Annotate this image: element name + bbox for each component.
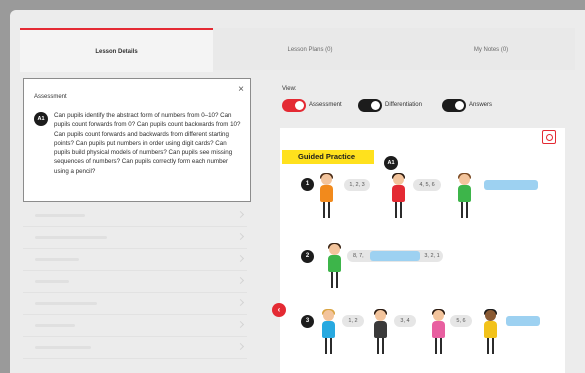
answers-toggle[interactable] — [442, 99, 466, 112]
question-number: 2 — [301, 250, 314, 263]
question-number: 1 — [301, 178, 314, 191]
list-item[interactable] — [23, 250, 247, 271]
list-item[interactable] — [23, 294, 247, 315]
child-illustration — [320, 309, 338, 356]
expand-icon[interactable] — [542, 130, 556, 144]
number-bubble: 1, 2, 3 — [344, 179, 370, 191]
child-illustration — [430, 309, 448, 356]
child-illustration — [372, 309, 390, 356]
assessment-toggle-label: Assessment — [309, 102, 342, 108]
assessment-toggle[interactable] — [282, 99, 306, 112]
child-illustration — [318, 173, 336, 220]
sequence-start: 8, 7, — [353, 253, 364, 259]
answers-toggle-label: Answers — [469, 102, 493, 108]
tab-lesson-plans[interactable]: Lesson Plans (0) — [213, 28, 407, 70]
sequence-end: 3, 2, 1 — [424, 253, 440, 259]
number-bubble: 3, 4 — [394, 315, 416, 327]
list-item[interactable] — [23, 316, 247, 337]
child-illustration — [456, 173, 474, 220]
hidden-answer — [484, 180, 538, 190]
number-bubble: 4, 5, 6 — [413, 179, 441, 191]
differentiation-toggle-label: Differentiation — [385, 102, 422, 108]
guided-practice-banner: Guided Practice — [282, 150, 374, 164]
child-illustration — [326, 243, 344, 294]
number-bubble: 5, 6 — [450, 315, 472, 327]
tab-lesson-details[interactable]: Lesson Details — [20, 28, 213, 72]
differentiation-toggle[interactable] — [358, 99, 382, 112]
assessment-title: Assessment — [34, 94, 67, 100]
list-item[interactable] — [23, 338, 247, 359]
list-item[interactable] — [23, 272, 247, 293]
assessment-popup: Assessment × A1 Can pupils identify the … — [23, 78, 251, 202]
hidden-answer — [506, 316, 540, 326]
question-number: 3 — [301, 315, 314, 328]
child-illustration — [482, 309, 500, 356]
lesson-details-panel: Assessment × A1 Can pupils identify the … — [20, 78, 255, 363]
list-item[interactable] — [23, 228, 247, 249]
chevron-left-icon[interactable]: ‹ — [272, 303, 286, 317]
child-illustration — [390, 173, 408, 220]
assessment-marker[interactable]: A1 — [384, 156, 398, 170]
tab-my-notes[interactable]: My Notes (0) — [407, 28, 575, 70]
tab-bar: Lesson Details Lesson Plans (0) My Notes… — [20, 28, 575, 72]
assessment-badge: A1 — [34, 112, 48, 126]
hidden-answer — [370, 251, 420, 261]
number-bubble: 1, 2 — [342, 315, 364, 327]
close-icon[interactable]: × — [238, 85, 244, 95]
list-item[interactable] — [23, 206, 247, 227]
assessment-text: Can pupils identify the abstract form of… — [54, 112, 241, 175]
view-label: View: — [282, 86, 297, 92]
